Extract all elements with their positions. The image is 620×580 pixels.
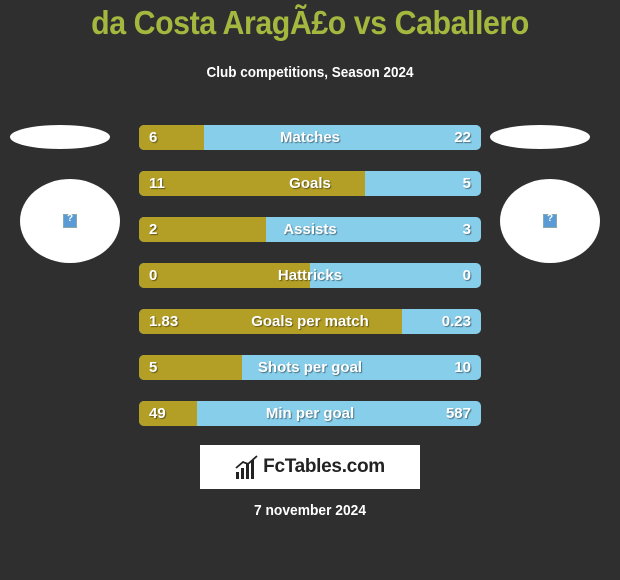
stat-row: Matches 6 22 (139, 125, 481, 150)
stat-row: Min per goal 49 587 (139, 401, 481, 426)
stat-row: Shots per goal 5 10 (139, 355, 481, 380)
stat-label: Goals (289, 175, 331, 192)
brand-name: FcTables.com (263, 456, 385, 477)
right-value: 10 (454, 359, 471, 376)
stat-row: Goals 11 5 (139, 171, 481, 196)
stat-label: Matches (279, 129, 341, 146)
left-value: 0 (149, 267, 158, 284)
broken-image-icon (63, 213, 77, 228)
stat-label: Hattricks (277, 267, 343, 284)
right-value: 0.23 (441, 313, 471, 330)
stat-row: Goals per match 1.83 0.23 (139, 309, 481, 334)
right-value: 587 (445, 405, 471, 422)
bar-chart-icon (235, 455, 258, 479)
competition-subtitle: Club competitions, Season 2024 (206, 64, 414, 81)
date-label: 7 november 2024 (253, 502, 367, 519)
right-team-name-placeholder (490, 125, 590, 149)
stat-label: Shots per goal (257, 359, 363, 376)
right-value: 0 (462, 267, 471, 284)
right-value: 5 (462, 175, 471, 192)
left-value: 2 (149, 221, 158, 238)
left-value: 49 (149, 405, 166, 422)
stat-row: Hattricks 0 0 (139, 263, 481, 288)
left-value: 11 (149, 175, 165, 192)
right-value: 22 (454, 129, 471, 146)
stat-label: Min per goal (265, 405, 355, 422)
stat-label: Assists (283, 221, 337, 238)
page-title: da Costa AragÃ£o vs Caballero (91, 4, 529, 41)
left-value: 6 (149, 129, 158, 146)
stat-label: Goals per match (251, 313, 369, 330)
left-value: 1.83 (149, 313, 179, 330)
right-team-logo[interactable] (500, 179, 600, 263)
left-team-logo[interactable] (20, 179, 120, 263)
left-value: 5 (149, 359, 158, 376)
broken-image-icon (543, 213, 557, 228)
left-team-name-placeholder (10, 125, 110, 149)
fctables-logo[interactable]: FcTables.com (200, 445, 420, 489)
stat-row: Assists 2 3 (139, 217, 481, 242)
right-value: 3 (462, 221, 471, 238)
